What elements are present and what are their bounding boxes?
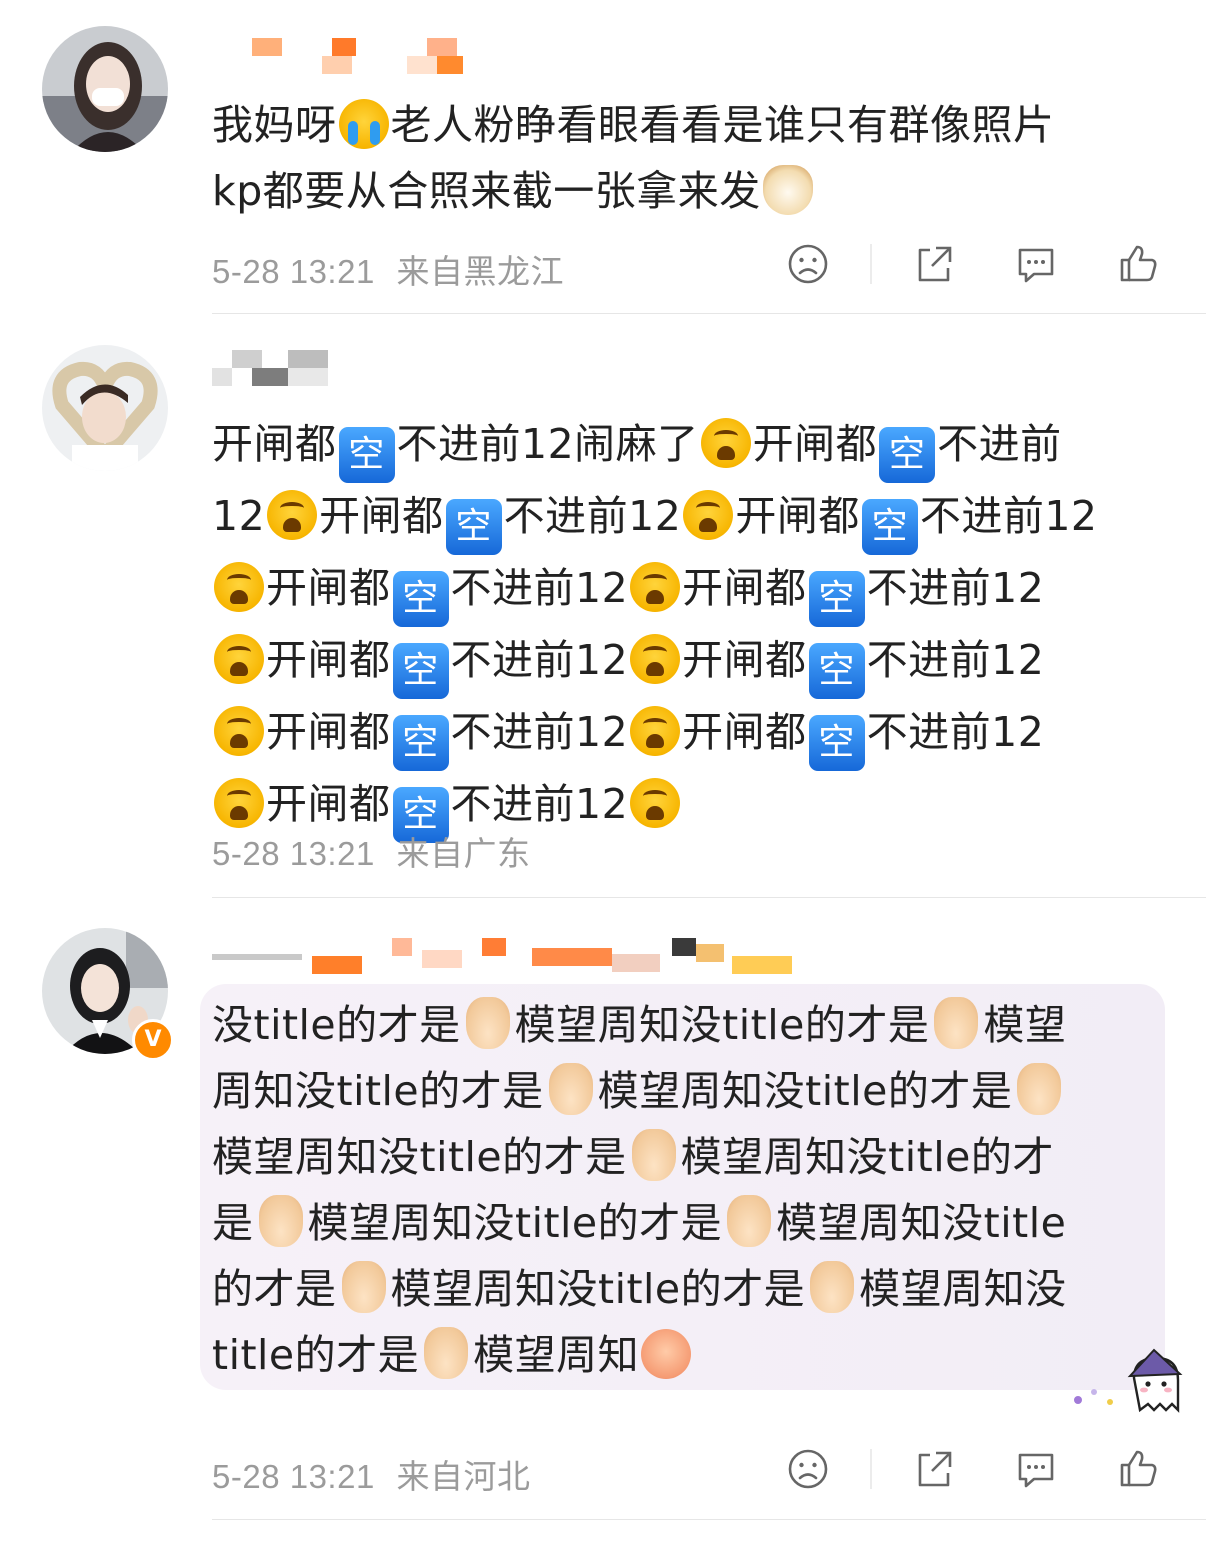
comment-text: 开闸都空不进前12闹麻了 开闸都空不进前 12 开闸都空不进前12 开闸都空不进前12… — [212, 411, 1162, 843]
location: 来自黑龙江 — [396, 253, 564, 290]
timestamp: 5-28 13:21 — [212, 835, 375, 872]
username-redacted[interactable] — [212, 38, 472, 74]
location: 来自河北 — [396, 1458, 531, 1495]
kong-button-icon: 空 — [808, 571, 865, 627]
kong-button-icon: 空 — [392, 715, 449, 771]
avatar[interactable] — [42, 26, 168, 152]
comment-text: 我妈呀 老人粉睁看眼看看是谁只有群像照片 kp都要从合照来截一张拿来发 — [212, 99, 1055, 215]
loudly-crying-icon — [630, 778, 681, 828]
victory-hand-icon — [727, 1195, 772, 1247]
divider — [212, 1519, 1206, 1520]
ghost-sticker-icon — [1068, 1348, 1186, 1418]
loudly-crying-icon — [630, 634, 681, 684]
kong-button-icon: 空 — [338, 427, 395, 483]
comment-icon[interactable] — [1014, 1447, 1058, 1491]
sad-face-icon[interactable] — [786, 1447, 830, 1491]
comment-meta: 5-28 13:21 来自黑龙江 — [212, 245, 564, 293]
timestamp: 5-28 13:21 — [212, 1458, 375, 1495]
victory-hand-icon — [341, 1261, 386, 1313]
victory-hand-icon — [465, 997, 510, 1049]
loudly-crying-icon — [214, 634, 264, 684]
avatar-image — [42, 345, 168, 471]
kong-button-icon: 空 — [392, 643, 449, 699]
victory-hand-icon — [934, 997, 979, 1049]
kong-button-icon: 空 — [445, 499, 502, 555]
cat-face-icon — [762, 165, 813, 215]
kong-button-icon: 空 — [879, 427, 936, 483]
kong-button-icon: 空 — [808, 715, 865, 771]
comment-item: V 没title的才是 模望周知没title的才是 模望 周知没title的才是 模望… — [0, 898, 1206, 1542]
comment-text: 没title的才是 模望周知没title的才是 模望 周知没title的才是 模望周知… — [212, 992, 1162, 1388]
loudly-crying-icon — [267, 490, 318, 540]
username-redacted[interactable] — [212, 938, 802, 974]
victory-hand-icon — [258, 1195, 303, 1247]
location: 来自广东 — [396, 835, 531, 872]
share-icon[interactable] — [912, 242, 956, 286]
comment-actions — [786, 1447, 1166, 1491]
loudly-crying-icon — [683, 490, 734, 540]
kong-button-icon: 空 — [392, 571, 449, 627]
loudly-crying-icon — [630, 562, 681, 612]
share-icon[interactable] — [912, 1447, 956, 1491]
comment-item: 我妈呀 老人粉睁看眼看看是谁只有群像照片 kp都要从合照来截一张拿来发 5-28 … — [0, 0, 1206, 315]
comment-meta: 5-28 13:21 来自河北 — [212, 1450, 530, 1498]
comment-item: 开闸都空不进前12闹麻了 开闸都空不进前 12 开闸都空不进前12 开闸都空不进前12… — [0, 315, 1206, 898]
timestamp: 5-28 13:21 — [212, 253, 375, 290]
victory-hand-icon — [548, 1063, 593, 1115]
verified-badge: V — [132, 1019, 174, 1061]
loudly-crying-icon — [630, 706, 681, 756]
loudly-crying-icon — [214, 562, 264, 612]
avatar[interactable] — [42, 345, 168, 471]
victory-hand-icon — [631, 1129, 676, 1181]
victory-hand-icon — [810, 1261, 855, 1313]
loudly-crying-icon — [700, 418, 751, 468]
loudly-crying-icon — [214, 778, 264, 828]
thumbs-up-icon[interactable] — [1116, 242, 1160, 286]
loudly-crying-icon — [214, 706, 264, 756]
crying-face-icon — [338, 99, 389, 149]
sad-face-icon[interactable] — [786, 242, 830, 286]
victory-hand-icon — [1017, 1063, 1062, 1115]
victory-hand-icon — [424, 1327, 469, 1379]
fan-emoji-icon — [641, 1329, 692, 1379]
kong-button-icon: 空 — [808, 643, 865, 699]
comment-icon[interactable] — [1014, 242, 1058, 286]
divider — [212, 313, 1206, 314]
comment-actions — [786, 242, 1166, 286]
thumbs-up-icon[interactable] — [1116, 1447, 1160, 1491]
kong-button-icon: 空 — [861, 499, 918, 555]
comment-meta: 5-28 13:21 来自广东 — [212, 827, 530, 875]
username-redacted[interactable] — [212, 350, 332, 386]
avatar-image — [42, 26, 168, 152]
